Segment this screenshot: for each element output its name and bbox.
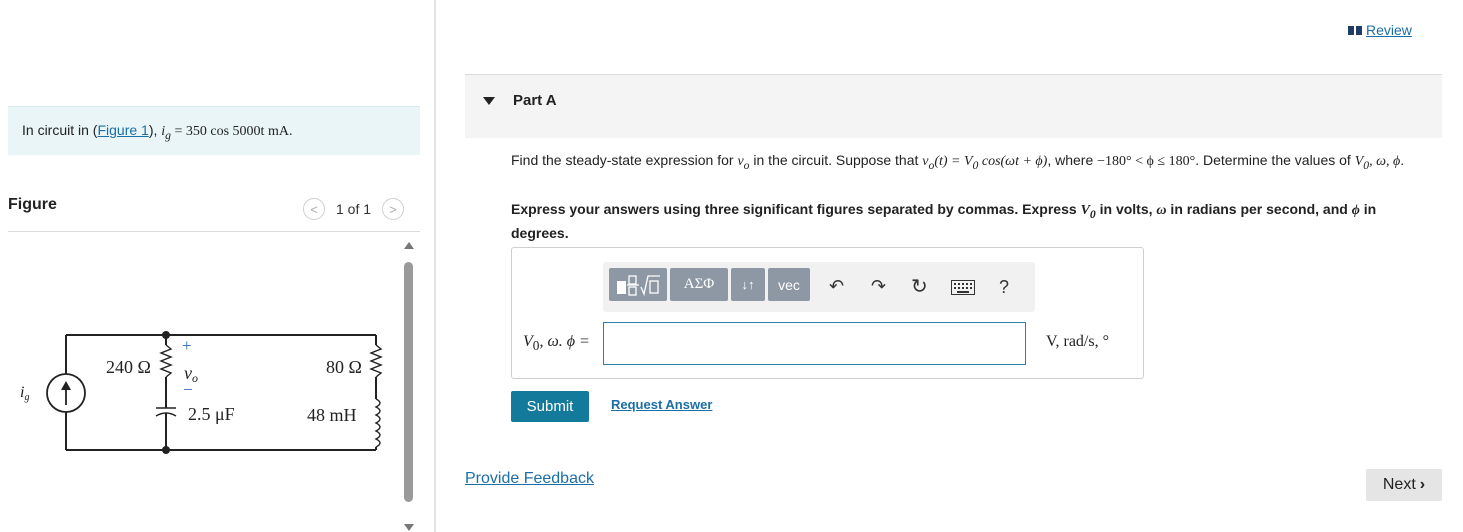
part-title: Part A — [513, 92, 557, 109]
request-answer-link[interactable]: Request Answer — [611, 397, 712, 412]
chevron-right-icon[interactable]: > — [382, 198, 405, 220]
scroll-down-arrow-icon[interactable] — [404, 524, 414, 531]
greek-button[interactable]: ΑΣΦ — [670, 268, 728, 301]
part-header[interactable] — [465, 75, 1442, 138]
provide-feedback-link[interactable]: Provide Feedback — [465, 470, 594, 488]
r1-label: 240 Ω — [106, 357, 151, 377]
problem-statement: In circuit in (Figure 1), ig = 350 cos 5… — [8, 106, 420, 155]
review-link[interactable]: Review — [1348, 22, 1412, 38]
circuit-diagram: 240 Ω 80 Ω 2.5 μF 48 mH vo ig + − — [20, 331, 383, 454]
ig-label: ig — [20, 384, 29, 403]
caret-down-icon[interactable] — [483, 97, 495, 105]
l-label: 48 mH — [307, 405, 357, 425]
answer-units: V, rad/s, ° — [1046, 333, 1109, 350]
problem-prefix: In circuit in ( — [22, 122, 98, 138]
answer-label: V0, ω. ϕ = — [523, 333, 590, 354]
keyboard-icon[interactable] — [951, 279, 975, 300]
r2-label: 80 Ω — [326, 357, 362, 377]
instruction-text: Express your answers using three signifi… — [511, 201, 1377, 241]
question-text: Find the steady-state expression for vo … — [511, 152, 1405, 172]
undo-icon[interactable]: ↶ — [829, 276, 844, 297]
figure-pager: < 1 of 1 > — [303, 197, 405, 221]
figure-divider — [8, 231, 420, 232]
figure-title: Figure — [8, 196, 57, 213]
help-button[interactable]: ? — [999, 277, 1009, 298]
panel-divider — [434, 0, 436, 532]
next-label: Next — [1382, 476, 1416, 493]
scroll-thumb[interactable] — [404, 262, 413, 502]
answer-input[interactable] — [603, 322, 1026, 365]
templates-icon[interactable] — [609, 268, 667, 301]
submit-button[interactable]: Submit — [511, 391, 589, 422]
review-label[interactable]: Review — [1366, 22, 1412, 38]
minus-sign: − — [183, 380, 193, 399]
figure-link[interactable]: Figure 1 — [97, 122, 148, 138]
pager-text: 1 of 1 — [336, 201, 372, 217]
figure-scrollbar[interactable] — [403, 242, 415, 532]
math-toolbar: ΑΣΦ ↓↑ vec ↶ ↷ ↻ ? — [603, 262, 1035, 312]
scroll-up-arrow-icon[interactable] — [404, 242, 414, 249]
problem-mid: ), — [148, 122, 162, 138]
chevron-left-icon[interactable]: < — [303, 198, 325, 220]
book-icon — [1348, 25, 1362, 35]
chevron-right-icon: › — [1419, 476, 1426, 493]
problem-math-rest: = 350 cos 5000t mA. — [171, 124, 293, 139]
redo-icon[interactable]: ↷ — [871, 276, 886, 297]
c-label: 2.5 μF — [188, 404, 235, 424]
next-button[interactable]: Next › — [1366, 469, 1442, 501]
sort-button[interactable]: ↓↑ — [731, 268, 765, 301]
plus-sign: + — [182, 336, 192, 355]
reset-icon[interactable]: ↻ — [911, 274, 928, 299]
vector-button[interactable]: vec — [768, 268, 810, 301]
problem-math: ig — [161, 124, 171, 142]
